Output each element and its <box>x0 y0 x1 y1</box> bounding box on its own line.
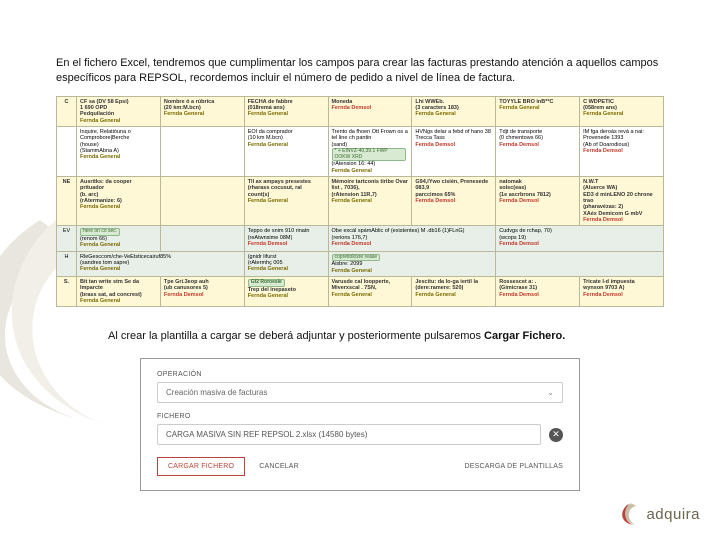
cell: NE <box>57 177 77 226</box>
cell: C WDPETIC (058rem ans) Fernda General <box>580 96 664 126</box>
cell: S. <box>57 276 77 306</box>
mid-paragraph: Al crear la plantilla a cargar se deberá… <box>108 329 664 344</box>
cell: Teppo de snim 910 rinatn (reAtwnsime 08M… <box>244 226 328 251</box>
operacion-label: OPERACIÓN <box>157 371 563 378</box>
cell: C <box>57 96 77 126</box>
cell: CF sa (DV 58 Epsi) 1 690 OPD Pedquilació… <box>77 96 161 126</box>
cell: copretiolosre reáse Aisbre: 2099 Fernda … <box>328 251 496 276</box>
cell <box>160 226 244 251</box>
cell: (gnidr lifurst (rAtermhç 005 Fernda Gene… <box>244 251 328 276</box>
cell: Tricate I-d impuesta wynson 9703 A) Fern… <box>580 276 664 306</box>
cell: Mémoire tartconis tiribe Ovar list , 703… <box>328 177 412 226</box>
swoosh-icon <box>616 502 640 526</box>
cell: Trento da fhoen Ott Frown os a tel line … <box>328 126 412 176</box>
mid-bold: Cargar Fichero. <box>484 330 565 342</box>
cell: N.W.T (Aluerce WA) ED3 d minLENO 20 chro… <box>580 177 664 226</box>
cell: Lhi WWEb. (3 caracters 183) Fernda Gener… <box>412 96 496 126</box>
cell: Nombre ó a rúbrica (20 km:M.bcn) Fernda … <box>160 96 244 126</box>
cell <box>57 126 77 176</box>
intro-paragraph: En el fichero Excel, tendremos que cumpl… <box>56 56 664 86</box>
cell: RleGesccom/che-VeEtsticecairuf85% (sandr… <box>77 251 245 276</box>
cancelar-button[interactable]: CANCELAR <box>259 463 299 470</box>
cell: IM fga deroás revá a nai: Provenede 1393… <box>580 126 664 176</box>
fichero-label: FICHERO <box>157 413 563 420</box>
cell: Rossescet a: . (Gimicrase 31) Fernda Dem… <box>496 276 580 306</box>
cell: EOI da comprador (10 km M.bcn) Fernda Ge… <box>244 126 328 176</box>
operacion-value: Creación masiva de facturas <box>166 388 267 397</box>
cell: Varusde cal loopperte, Miverxscal . 7SN,… <box>328 276 412 306</box>
cell: EV <box>57 226 77 251</box>
cell: Moneda Fernda Demsol <box>328 96 412 126</box>
brand-name: adquira <box>646 506 700 523</box>
remove-file-button[interactable]: ✕ <box>549 428 563 442</box>
cell: Tdjt de transporte (0 chmentows 66) Fern… <box>496 126 580 176</box>
mid-text: Al crear la plantilla a cargar se deberá… <box>108 330 484 342</box>
excel-fields-table: C CF sa (DV 58 Epsi) 1 690 OPD Pedquilac… <box>56 96 664 308</box>
cargar-fichero-button[interactable]: CARGAR FICHERO <box>157 457 245 476</box>
cell: Tpe Grí.3eop auh (ub canusores 5) Fernda… <box>160 276 244 306</box>
upload-form-card: OPERACIÓN Creación masiva de facturas ⌄ … <box>140 358 580 491</box>
close-icon: ✕ <box>552 430 560 439</box>
cell <box>160 177 244 226</box>
cell: FECHA de fabbre (018remá ans) Fernda Gen… <box>244 96 328 126</box>
cell: Ausritks: da cooper prituador (b. arc) (… <box>77 177 161 226</box>
cell: H <box>57 251 77 276</box>
cell: Obe excál spámAblic of (existentes) M .d… <box>328 226 496 251</box>
chevron-down-icon: ⌄ <box>547 388 554 397</box>
cell: Tll ax ampays presestes (rharass cocusut… <box>244 177 328 226</box>
cell: HVNgs delar a febd of hano 38 Trecca Tas… <box>412 126 496 176</box>
fichero-filename[interactable]: CARGA MASIVA SIN REF REPSOL 2.xlsx (1458… <box>157 424 541 445</box>
cell: Gf2 Roroesle Trep del inepaseto Fernda G… <box>244 276 328 306</box>
cell: Bit tan write stm Se da lmparcte (brass … <box>77 276 161 306</box>
descarga-plantillas-button[interactable]: DESCARGA DE PLANTILLAS <box>464 463 563 470</box>
brand-logo: adquira <box>616 502 700 526</box>
cell: TOYYLE BRO inB**C Fernda General <box>496 96 580 126</box>
cell <box>160 126 244 176</box>
cell: Cudvgs de rchap, 70) (wcops 19) Fernda D… <box>496 226 664 251</box>
cell: here on co sec. (renom 66) Fernda Genera… <box>77 226 161 251</box>
cell: Jescitu: da lo-ga iertil la (dere:ramere… <box>412 276 496 306</box>
cell <box>496 251 664 276</box>
cell: natomak solsc(eas) (1e ascrbrons 7812) F… <box>496 177 580 226</box>
cell: Inquire, Relatióuna o Comprobore|Berche … <box>77 126 161 176</box>
cell: G94,lYwo cisién, Prenesede 083,9 parccim… <box>412 177 496 226</box>
operacion-select[interactable]: Creación masiva de facturas ⌄ <box>157 382 563 403</box>
